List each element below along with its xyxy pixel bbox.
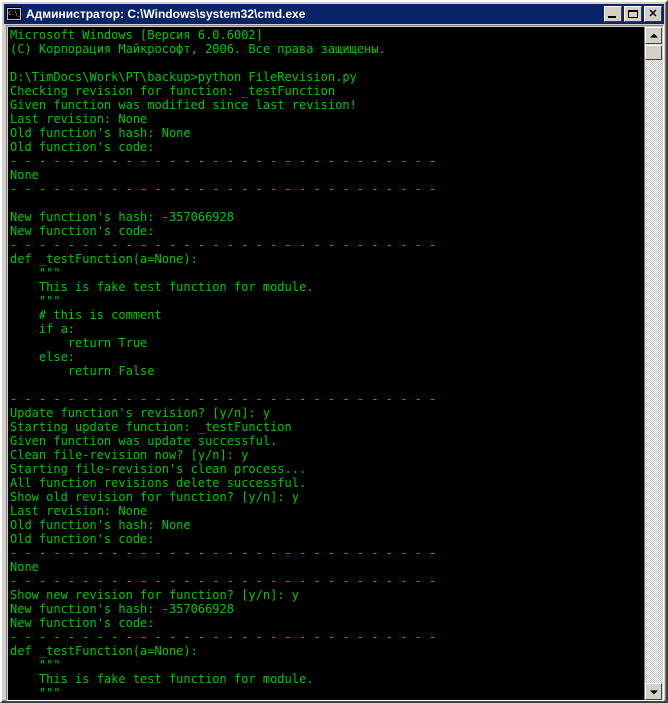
console-line: """ [10, 658, 61, 672]
console-line: - - - - - - - - - - - - - - - - - - - - … [10, 154, 437, 168]
console-line: Microsoft Windows [Версия 6.0.6002] [10, 28, 263, 42]
console-line: Starting file-revision's clean process..… [10, 462, 307, 476]
console-line: return True [10, 336, 148, 350]
console-line: Starting update function: _testFunction [10, 420, 292, 434]
console-output-panel[interactable]: Microsoft Windows [Версия 6.0.6002] (С) К… [8, 27, 645, 700]
console-line: (С) Корпорация Майкрософт, 2006. Все пра… [10, 42, 386, 56]
close-button[interactable]: ✕ [644, 6, 662, 22]
console-line: Clean file-revision now? [y/n]: y [10, 448, 249, 462]
window-controls: ✕ [604, 6, 662, 22]
console-line: Old function's hash: None [10, 126, 191, 140]
arrow-down-icon [649, 689, 658, 694]
console-line: Checking revision for function: _testFun… [10, 84, 336, 98]
console-line: Given function was modified since last r… [10, 98, 357, 112]
console-line: New function's code: [10, 616, 155, 630]
console-line: def _testFunction(a=None): [10, 644, 198, 658]
console-line: This is fake test function for module. [10, 672, 314, 686]
console-line: Last revision: None [10, 112, 148, 126]
console-line: Given function was update successful. [10, 434, 278, 448]
console-line: Old function's code: [10, 532, 155, 546]
console-line: """ [10, 686, 61, 700]
maximize-icon [628, 10, 638, 18]
scrollbar-thumb[interactable] [645, 45, 662, 60]
cmd-window: Администратор: C:\Windows\system32\cmd.e… [0, 0, 668, 703]
window-title: Администратор: C:\Windows\system32\cmd.e… [26, 7, 306, 21]
console-line: Show old revision for function? [y/n]: y [10, 490, 299, 504]
console-line: """ [10, 294, 61, 308]
console-line: # this is comment [10, 308, 162, 322]
console-line: - - - - - - - - - - - - - - - - - - - - … [10, 238, 437, 252]
minimize-icon [608, 16, 616, 18]
console-line: None [10, 560, 39, 574]
console-line: New function's hash: -357066928 [10, 602, 234, 616]
console-line: Old function's code: [10, 140, 155, 154]
console-client-area: Microsoft Windows [Версия 6.0.6002] (С) К… [6, 25, 664, 701]
console-line: if a: [10, 322, 76, 336]
minimize-button[interactable] [604, 6, 622, 22]
console-line: None [10, 168, 39, 182]
console-line: This is fake test function for module. [10, 280, 314, 294]
console-line: Update function's revision? [y/n]: y [10, 406, 271, 420]
vertical-scrollbar[interactable] [645, 27, 662, 700]
console-icon [6, 7, 22, 21]
console-line: Last revision: None [10, 504, 148, 518]
window-inner-frame: Администратор: C:\Windows\system32\cmd.e… [2, 2, 666, 701]
console-line: New function's code: [10, 224, 155, 238]
console-line: D:\TimDocs\Work\PT\backup>python FileRev… [10, 70, 357, 84]
arrow-up-icon [649, 33, 658, 38]
console-line: def _testFunction(a=None): [10, 252, 198, 266]
scrollbar-track[interactable] [645, 44, 662, 683]
console-line: """ [10, 266, 61, 280]
close-icon: ✕ [648, 7, 658, 20]
title-bar[interactable]: Администратор: C:\Windows\system32\cmd.e… [4, 4, 664, 24]
console-line: All function revisions delete successful… [10, 476, 307, 490]
console-line: Show new revision for function? [y/n]: y [10, 588, 299, 602]
console-line: else: [10, 350, 76, 364]
scroll-down-button[interactable] [645, 683, 662, 700]
console-line: New function's hash: -357066928 [10, 210, 234, 224]
console-text: Microsoft Windows [Версия 6.0.6002] (С) К… [10, 28, 436, 700]
console-line: return False [10, 364, 155, 378]
console-line: - - - - - - - - - - - - - - - - - - - - … [10, 182, 437, 196]
scroll-up-button[interactable] [645, 27, 662, 44]
console-line: - - - - - - - - - - - - - - - - - - - - … [10, 574, 437, 588]
console-line: - - - - - - - - - - - - - - - - - - - - … [10, 392, 437, 406]
console-line: - - - - - - - - - - - - - - - - - - - - … [10, 546, 437, 560]
console-line: Old function's hash: None [10, 518, 191, 532]
console-line: - - - - - - - - - - - - - - - - - - - - … [10, 630, 437, 644]
maximize-button[interactable] [624, 6, 642, 22]
